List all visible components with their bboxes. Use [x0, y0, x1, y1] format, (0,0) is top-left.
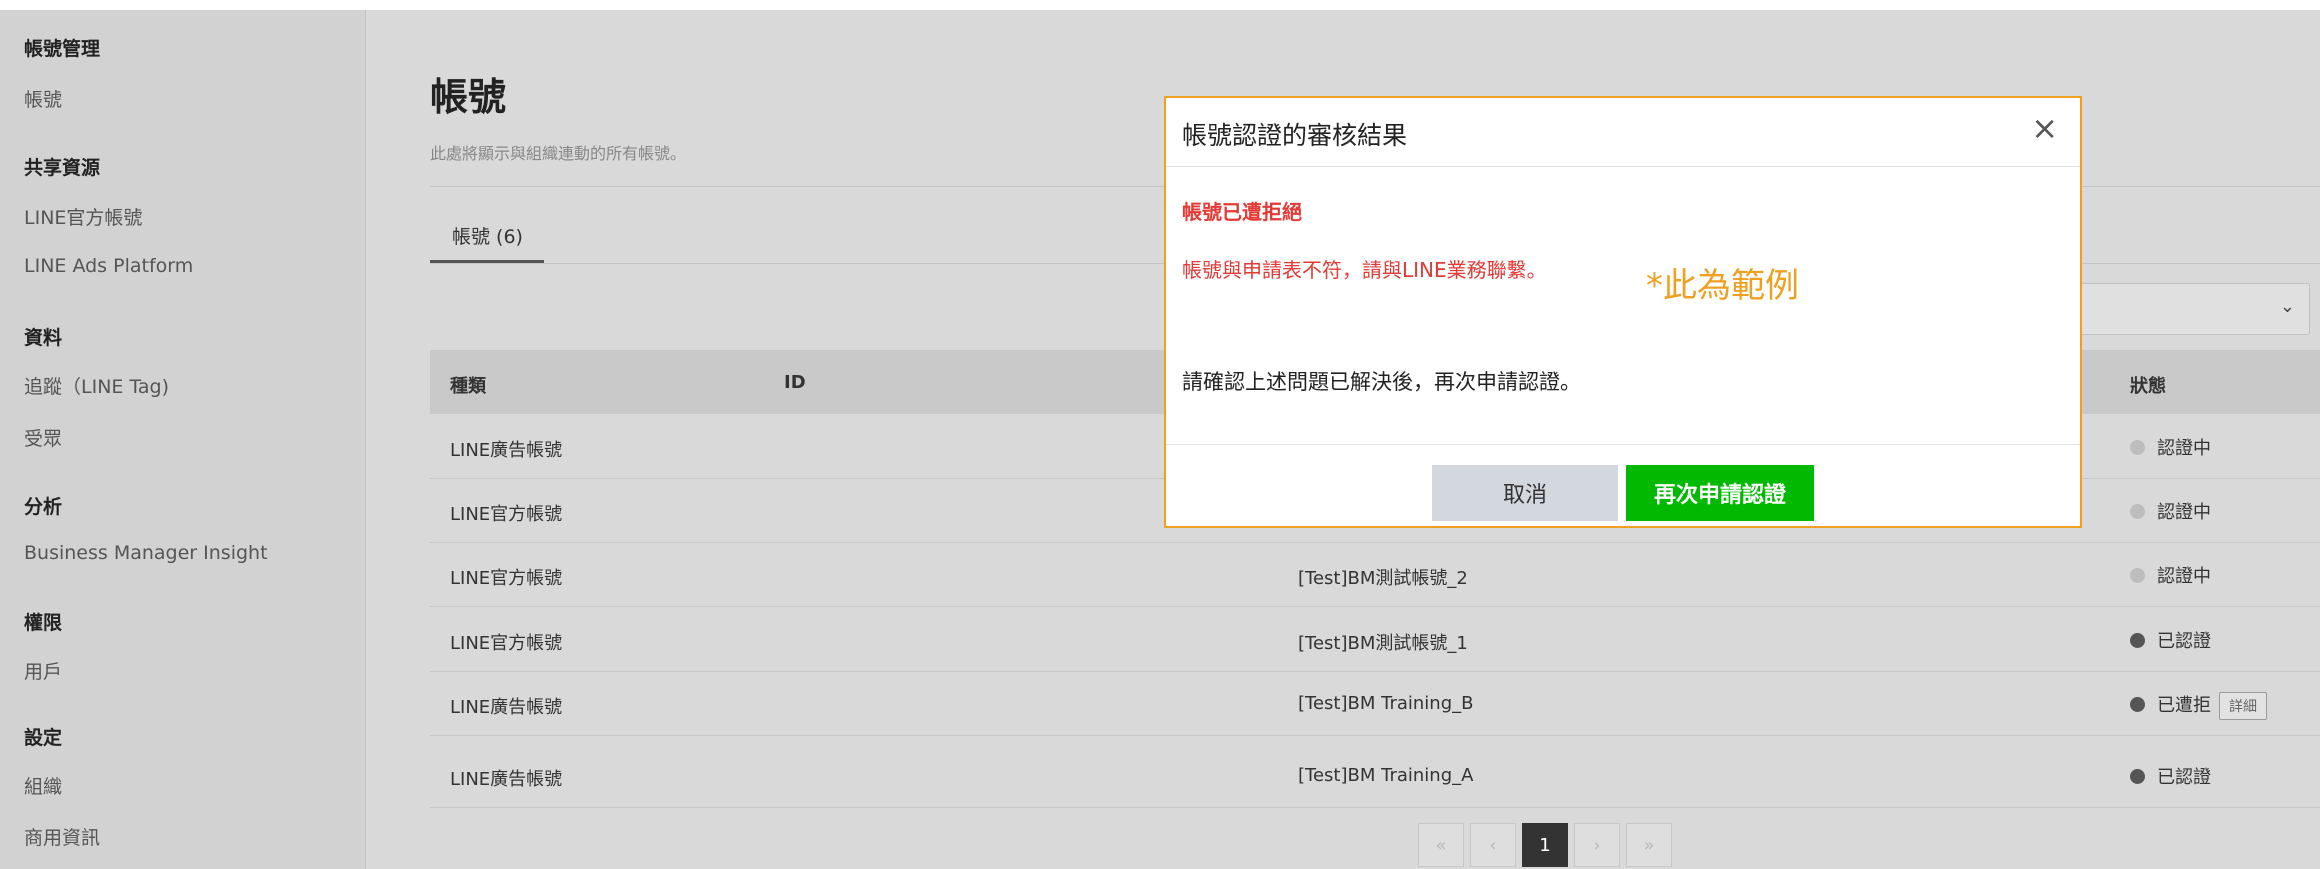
- dialog-title: 帳號認證的審核結果: [1182, 121, 1408, 150]
- status-label: 認證中: [2157, 566, 2211, 587]
- tab-accounts[interactable]: 帳號 (6): [452, 222, 523, 249]
- rejected-title: 帳號已遭拒絕: [1182, 200, 1302, 224]
- chevron-down-icon: ⌄: [2279, 296, 2295, 317]
- cell-account-name: [Test]BM測試帳號_2: [1298, 568, 1468, 589]
- sidebar-item-organization[interactable]: 組織: [24, 772, 62, 799]
- pagination-page-button[interactable]: 1: [1522, 823, 1568, 867]
- page-title: 帳號: [430, 75, 507, 119]
- pagination-next-button[interactable]: ›: [1574, 823, 1620, 867]
- close-icon[interactable]: ×: [2031, 112, 2058, 144]
- sidebar-item-users[interactable]: 用戶: [24, 657, 62, 684]
- table-row: LINE官方帳號 [Test]BM測試帳號_2 認證中: [430, 542, 2320, 607]
- status-label: 已認證: [2157, 767, 2211, 788]
- table-row: LINE廣告帳號 [Test]BM Training_A 已認證: [430, 743, 2320, 808]
- cell-status: 認證中: [2130, 434, 2211, 460]
- sidebar-item-line-ads-platform[interactable]: LINE Ads Platform: [24, 255, 193, 277]
- status-dot-icon: [2130, 633, 2145, 648]
- cancel-button[interactable]: 取消: [1432, 465, 1618, 521]
- cell-type: LINE廣告帳號: [450, 440, 563, 461]
- reapply-verification-button[interactable]: 再次申請認證: [1626, 465, 1814, 521]
- detail-button[interactable]: 詳細: [2219, 692, 2267, 720]
- cell-status: 已遭拒 詳細: [2130, 691, 2267, 720]
- sidebar-item-business-info[interactable]: 商用資訊: [24, 823, 100, 850]
- sidebar-item-audience[interactable]: 受眾: [24, 424, 62, 451]
- cell-type: LINE官方帳號: [450, 633, 563, 654]
- pagination: « ‹ 1 › »: [1418, 823, 1672, 867]
- table-row: LINE廣告帳號 [Test]BM Training_B 已遭拒 詳細: [430, 671, 2320, 736]
- sidebar-group-settings: 設定: [24, 727, 63, 749]
- cell-account-name: [Test]BM測試帳號_1: [1298, 633, 1468, 654]
- cell-type: LINE廣告帳號: [450, 697, 563, 718]
- confirm-text: 請確認上述問題已解決後，再次申請認證。: [1182, 370, 1581, 394]
- status-label: 已遭拒: [2157, 695, 2211, 716]
- page-description: 此處將顯示與組織連動的所有帳號。: [430, 144, 687, 163]
- pagination-last-button[interactable]: »: [1626, 823, 1672, 867]
- sidebar: 帳號管理 帳號 共享資源 LINE官方帳號 LINE Ads Platform …: [0, 10, 366, 869]
- column-header-type: 種類: [450, 376, 486, 397]
- pagination-prev-button[interactable]: ‹: [1470, 823, 1516, 867]
- status-label: 已認證: [2157, 631, 2211, 652]
- cell-status: 已認證: [2130, 763, 2211, 789]
- cell-type: LINE廣告帳號: [450, 769, 563, 790]
- sidebar-item-accounts[interactable]: 帳號: [24, 85, 62, 112]
- rejected-reason: 帳號與申請表不符，請與LINE業務聯繫。: [1182, 258, 1547, 282]
- verification-result-dialog: 帳號認證的審核結果 × 帳號已遭拒絕 帳號與申請表不符，請與LINE業務聯繫。 …: [1164, 96, 2082, 528]
- sample-note: *此為範例: [1646, 266, 1799, 306]
- status-dot-icon: [2130, 697, 2145, 712]
- cell-type: LINE官方帳號: [450, 568, 563, 589]
- column-header-id: ID: [784, 372, 806, 393]
- status-dot-icon: [2130, 568, 2145, 583]
- status-dot-icon: [2130, 504, 2145, 519]
- sidebar-group-data: 資料: [24, 327, 63, 349]
- status-dot-icon: [2130, 769, 2145, 784]
- cell-status: 認證中: [2130, 562, 2211, 588]
- pagination-first-button[interactable]: «: [1418, 823, 1464, 867]
- sidebar-item-business-manager-insight[interactable]: Business Manager Insight: [24, 542, 268, 564]
- cell-status: 已認證: [2130, 627, 2211, 653]
- status-label: 認證中: [2157, 502, 2211, 523]
- divider: [1166, 166, 2080, 167]
- status-dot-icon: [2130, 440, 2145, 455]
- sidebar-group-account-management: 帳號管理: [24, 38, 101, 60]
- cell-type: LINE官方帳號: [450, 504, 563, 525]
- status-label: 認證中: [2157, 438, 2211, 459]
- top-strip: [0, 0, 2320, 10]
- sidebar-item-line-tag[interactable]: 追蹤（LINE Tag): [24, 372, 169, 399]
- cell-status: 認證中: [2130, 498, 2211, 524]
- status-filter-select[interactable]: 態 ⌄: [2042, 283, 2310, 335]
- table-row: LINE官方帳號 [Test]BM測試帳號_1 已認證: [430, 607, 2320, 672]
- sidebar-group-shared-resources: 共享資源: [24, 157, 101, 179]
- divider: [1166, 444, 2080, 445]
- cell-account-name: [Test]BM Training_B: [1298, 693, 1474, 714]
- sidebar-group-analytics: 分析: [24, 496, 63, 518]
- column-header-status: 狀態: [2130, 376, 2166, 397]
- cell-account-name: [Test]BM Training_A: [1298, 765, 1474, 786]
- sidebar-item-line-official-account[interactable]: LINE官方帳號: [24, 203, 142, 230]
- sidebar-group-permissions: 權限: [24, 612, 63, 634]
